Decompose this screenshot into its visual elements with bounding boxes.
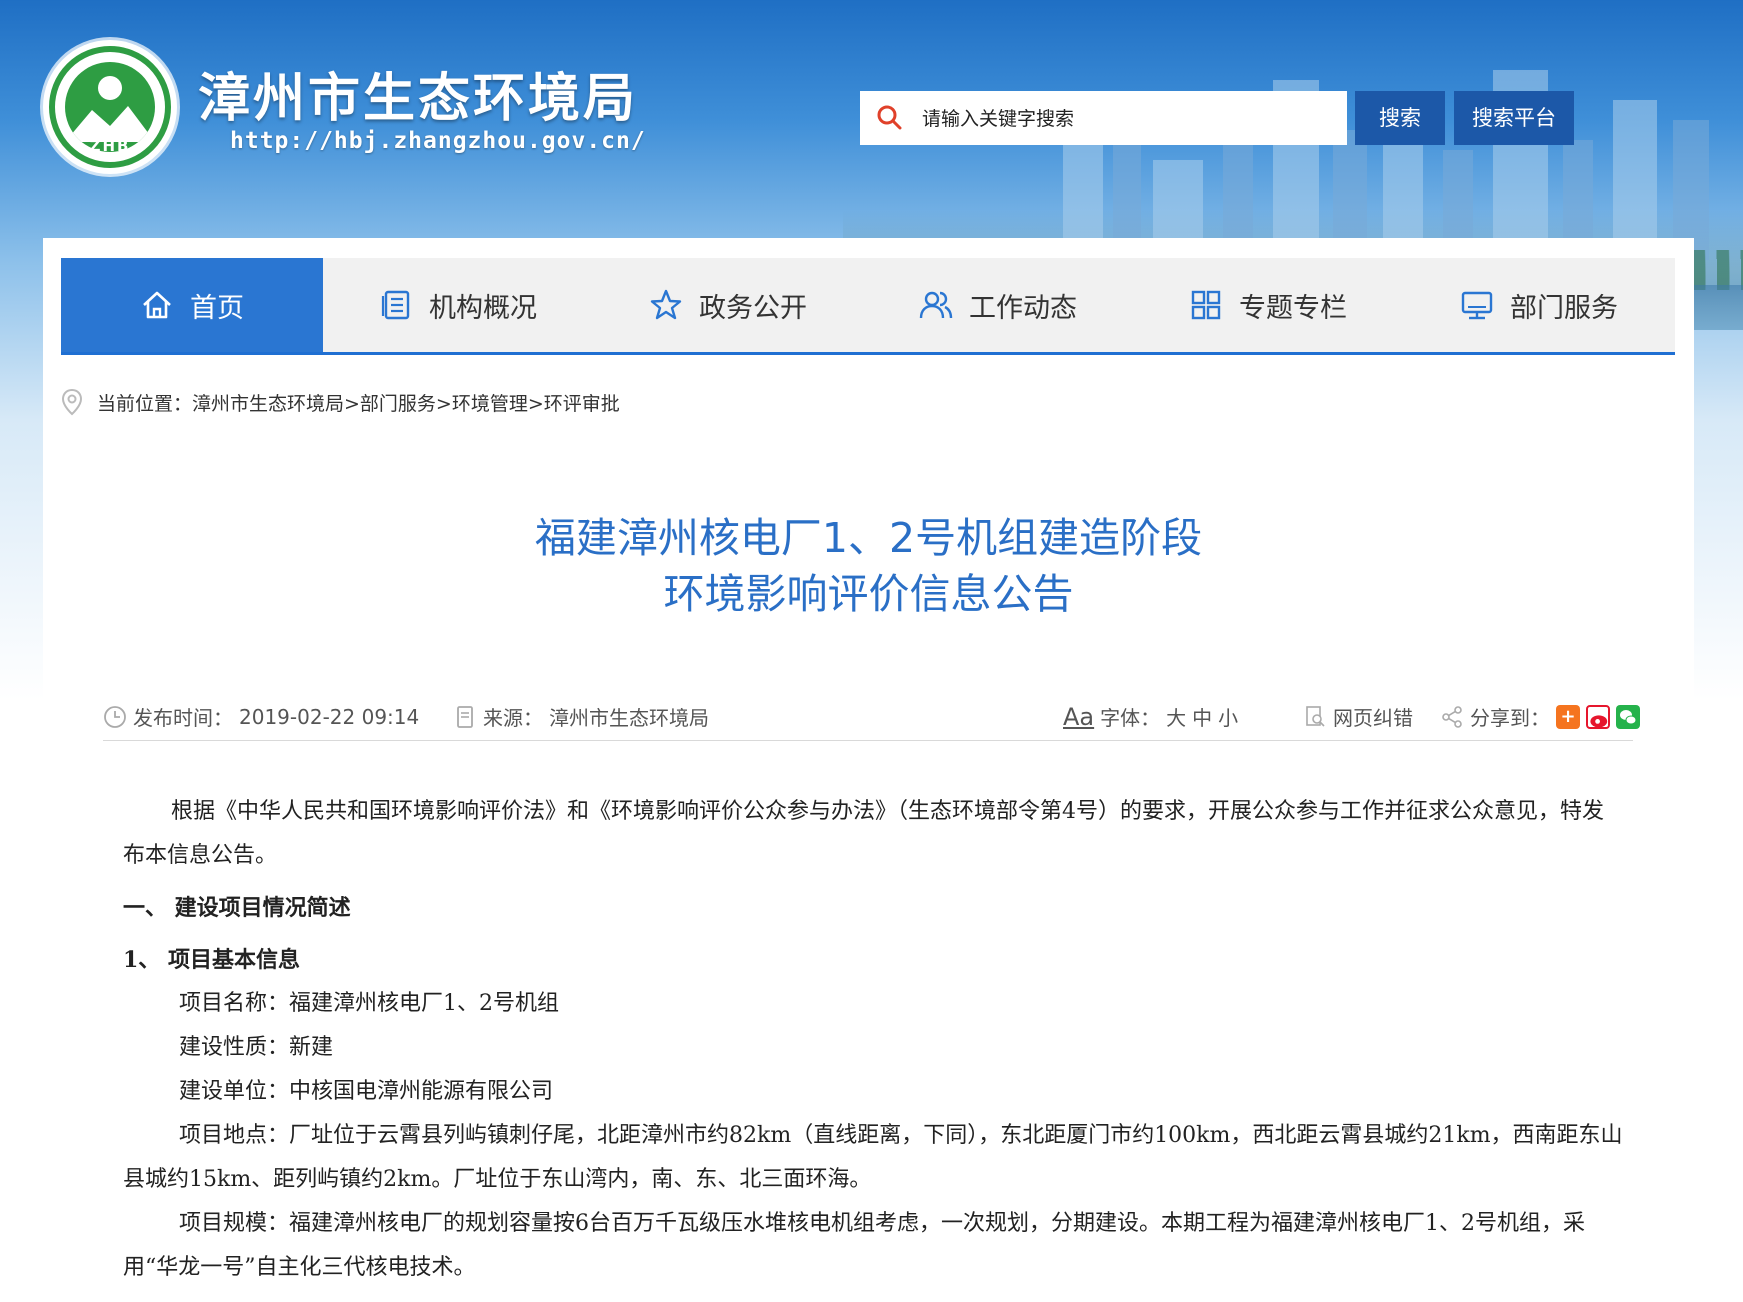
- search-box: [860, 91, 1347, 145]
- project-unit: 建设单位：中核国电漳州能源有限公司: [179, 1079, 554, 1104]
- error-report-label: 网页纠错: [1333, 706, 1413, 730]
- monitor-icon: [1461, 291, 1493, 320]
- wechat-share-icon[interactable]: [1616, 704, 1640, 729]
- project-name: 项目名称：福建漳州核电厂1、2号机组: [179, 991, 559, 1016]
- project-scale: 项目规模：福建漳州核电厂的规划容量按6台百万千瓦级压水堆核电机组考虑，一次规划，…: [123, 1211, 1585, 1280]
- search-button[interactable]: 搜索: [1355, 91, 1445, 145]
- nav-label: 工作动态: [969, 292, 1077, 324]
- users-icon: [919, 291, 953, 319]
- breadcrumb-prefix: 当前位置：: [97, 392, 193, 415]
- nav-item-special-topics[interactable]: 专题专栏: [1133, 258, 1403, 352]
- article-title: 福建漳州核电厂1、2号机组建造阶段 环境影响评价信息公告: [43, 510, 1694, 622]
- bureau-logo[interactable]: ZHB: [43, 40, 177, 174]
- article-title-line2: 环境影响评价信息公告: [663, 570, 1074, 618]
- document-list-icon: [381, 290, 410, 320]
- error-report-link[interactable]: 网页纠错: [1303, 702, 1413, 731]
- site-url: http://hbj.zhangzhou.gov.cn/: [230, 128, 646, 154]
- main-container: 首页 机构概况 政务公开 工作动态 专题专栏 部门服务 当前位置： 漳州市生态环…: [43, 238, 1694, 1302]
- nav-item-home[interactable]: 首页: [61, 258, 323, 352]
- site-title: 漳州市生态环境局: [198, 69, 639, 129]
- nav-label: 专题专栏: [1239, 292, 1347, 324]
- star-icon: [650, 289, 682, 320]
- nav-item-government-affairs[interactable]: 政务公开: [593, 258, 863, 352]
- nav-label: 政务公开: [699, 292, 807, 324]
- share-icon: [1442, 705, 1462, 728]
- subsection-heading: 1、 项目基本信息: [123, 947, 300, 973]
- main-nav: 首页 机构概况 政务公开 工作动态 专题专栏 部门服务: [61, 258, 1675, 355]
- font-medium-button[interactable]: 中: [1192, 702, 1212, 731]
- font-label: 字体：: [1100, 706, 1161, 730]
- search-input[interactable]: [920, 99, 1334, 139]
- source-name: 漳州市生态环境局: [549, 706, 709, 730]
- nav-item-department-services[interactable]: 部门服务: [1403, 258, 1675, 352]
- breadcrumb: 当前位置： 漳州市生态环境局>部门服务>环境管理>环评审批: [61, 386, 620, 418]
- article-meta: 发布时间： 2019-02-22 09:14 来源： 漳州市生态环境局 Aa 字体：…: [103, 696, 1640, 741]
- logo-text: ZHB: [89, 137, 131, 155]
- source-label: 来源：: [483, 706, 543, 730]
- grid-icon: [1191, 290, 1221, 320]
- location-pin-icon: [61, 388, 83, 416]
- search-icon: [877, 105, 902, 130]
- share-bar: 分享到： +: [1440, 702, 1640, 731]
- source-info: 来源： 漳州市生态环境局: [453, 702, 709, 731]
- font-size-icon: Aa: [1063, 702, 1095, 731]
- article-title-line1: 福建漳州核电厂1、2号机组建造阶段: [534, 514, 1203, 562]
- project-nature: 建设性质：新建: [179, 1035, 334, 1060]
- document-icon: [457, 705, 473, 728]
- publish-info: 发布时间： 2019-02-22 09:14: [103, 702, 419, 731]
- home-icon: [143, 291, 171, 319]
- share-more-icon[interactable]: +: [1556, 704, 1580, 729]
- section-heading: 一、 建设项目情况简述: [123, 895, 351, 921]
- search-platform-button[interactable]: 搜索平台: [1454, 91, 1574, 145]
- nav-item-work-news[interactable]: 工作动态: [863, 258, 1133, 352]
- project-location: 项目地点：厂址位于云霄县列屿镇刺仔尾，北距漳州市约82km（直线距离，下同），东…: [123, 1123, 1623, 1192]
- share-label: 分享到：: [1470, 706, 1550, 730]
- font-large-button[interactable]: 大: [1166, 702, 1186, 731]
- nav-label: 机构概况: [429, 292, 537, 324]
- nav-label: 首页: [190, 292, 244, 324]
- publish-label: 发布时间：: [133, 706, 233, 730]
- publish-time: 2019-02-22 09:14: [239, 704, 420, 729]
- search-document-icon: [1306, 705, 1325, 727]
- font-size-controls: Aa 字体： 大 中 小: [1063, 702, 1238, 731]
- nav-label: 部门服务: [1510, 292, 1618, 324]
- article-body: 根据《中华人民共和国环境影响评价法》和《环境影响评价公众参与办法》（生态环境部令…: [123, 790, 1623, 1290]
- weibo-share-icon[interactable]: [1586, 704, 1610, 729]
- breadcrumb-path[interactable]: 漳州市生态环境局>部门服务>环境管理>环评审批: [192, 389, 620, 416]
- intro-paragraph: 根据《中华人民共和国环境影响评价法》和《环境影响评价公众参与办法》（生态环境部令…: [123, 799, 1605, 868]
- nav-item-organization[interactable]: 机构概况: [323, 258, 593, 352]
- font-small-button[interactable]: 小: [1218, 702, 1238, 731]
- clock-icon: [104, 705, 126, 728]
